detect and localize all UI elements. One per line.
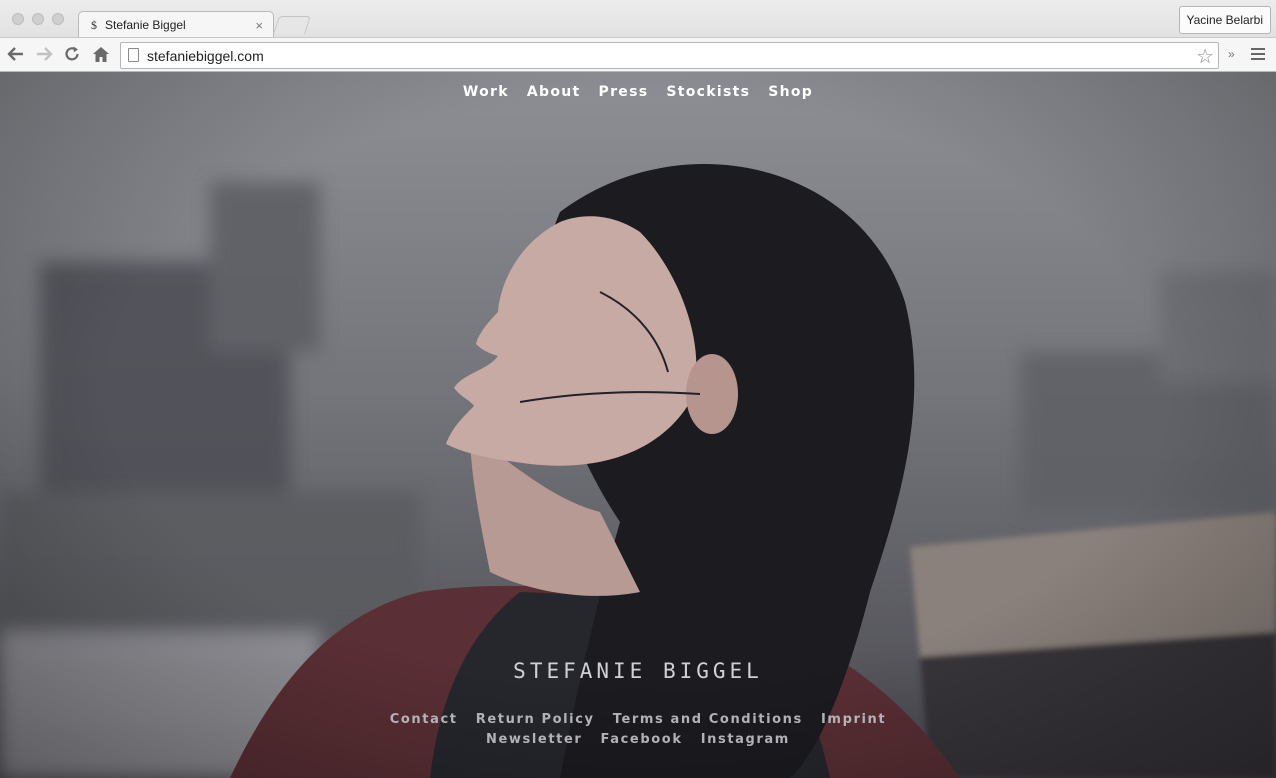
close-window-button[interactable]	[12, 13, 24, 25]
brand-logo-text[interactable]: STEFANIE BIGGEL	[0, 659, 1276, 683]
profile-button[interactable]: Yacine Belarbi	[1178, 6, 1271, 34]
hamburger-menu-icon[interactable]	[1251, 48, 1265, 63]
footer-link-terms[interactable]: Terms and Conditions	[613, 712, 803, 727]
nav-work[interactable]: Work	[463, 84, 509, 100]
extensions-overflow-icon[interactable]: »	[1228, 47, 1235, 61]
footer-links-row-1: Contact Return Policy Terms and Conditio…	[0, 712, 1276, 727]
nav-stockists[interactable]: Stockists	[666, 84, 750, 100]
nav-press[interactable]: Press	[599, 84, 649, 100]
footer-link-newsletter[interactable]: Newsletter	[486, 732, 582, 747]
zoom-window-button[interactable]	[52, 13, 64, 25]
footer-link-return-policy[interactable]: Return Policy	[476, 712, 595, 727]
footer-links-row-2: Newsletter Facebook Instagram	[0, 732, 1276, 747]
tab-title: Stefanie Biggel	[105, 18, 186, 32]
browser-tab[interactable]: $ Stefanie Biggel ×	[78, 11, 274, 38]
url-text[interactable]: stefaniebiggel.com	[147, 48, 264, 64]
forward-arrow-icon[interactable]	[33, 43, 55, 65]
new-tab-button[interactable]	[273, 16, 311, 34]
browser-toolbar: stefaniebiggel.com ☆ »	[0, 37, 1276, 72]
minimize-window-button[interactable]	[32, 13, 44, 25]
footer-link-imprint[interactable]: Imprint	[821, 712, 886, 727]
reload-icon[interactable]	[61, 43, 83, 65]
footer-link-instagram[interactable]: Instagram	[701, 732, 790, 747]
favicon-icon: $	[91, 17, 97, 32]
page-icon	[128, 48, 139, 62]
footer-link-facebook[interactable]: Facebook	[601, 732, 683, 747]
back-arrow-icon[interactable]	[5, 43, 27, 65]
nav-shop[interactable]: Shop	[768, 84, 813, 100]
tab-close-icon[interactable]: ×	[255, 18, 263, 33]
browser-titlebar: $ Stefanie Biggel × Yacine Belarbi	[0, 0, 1276, 38]
footer-link-contact[interactable]: Contact	[390, 712, 458, 727]
web-page: Work About Press Stockists Shop STEFANIE…	[0, 72, 1276, 778]
home-icon[interactable]	[90, 43, 112, 65]
nav-about[interactable]: About	[527, 84, 581, 100]
star-icon[interactable]: ☆	[1196, 44, 1214, 69]
address-bar[interactable]: stefaniebiggel.com ☆	[120, 42, 1219, 69]
site-nav: Work About Press Stockists Shop	[0, 84, 1276, 100]
